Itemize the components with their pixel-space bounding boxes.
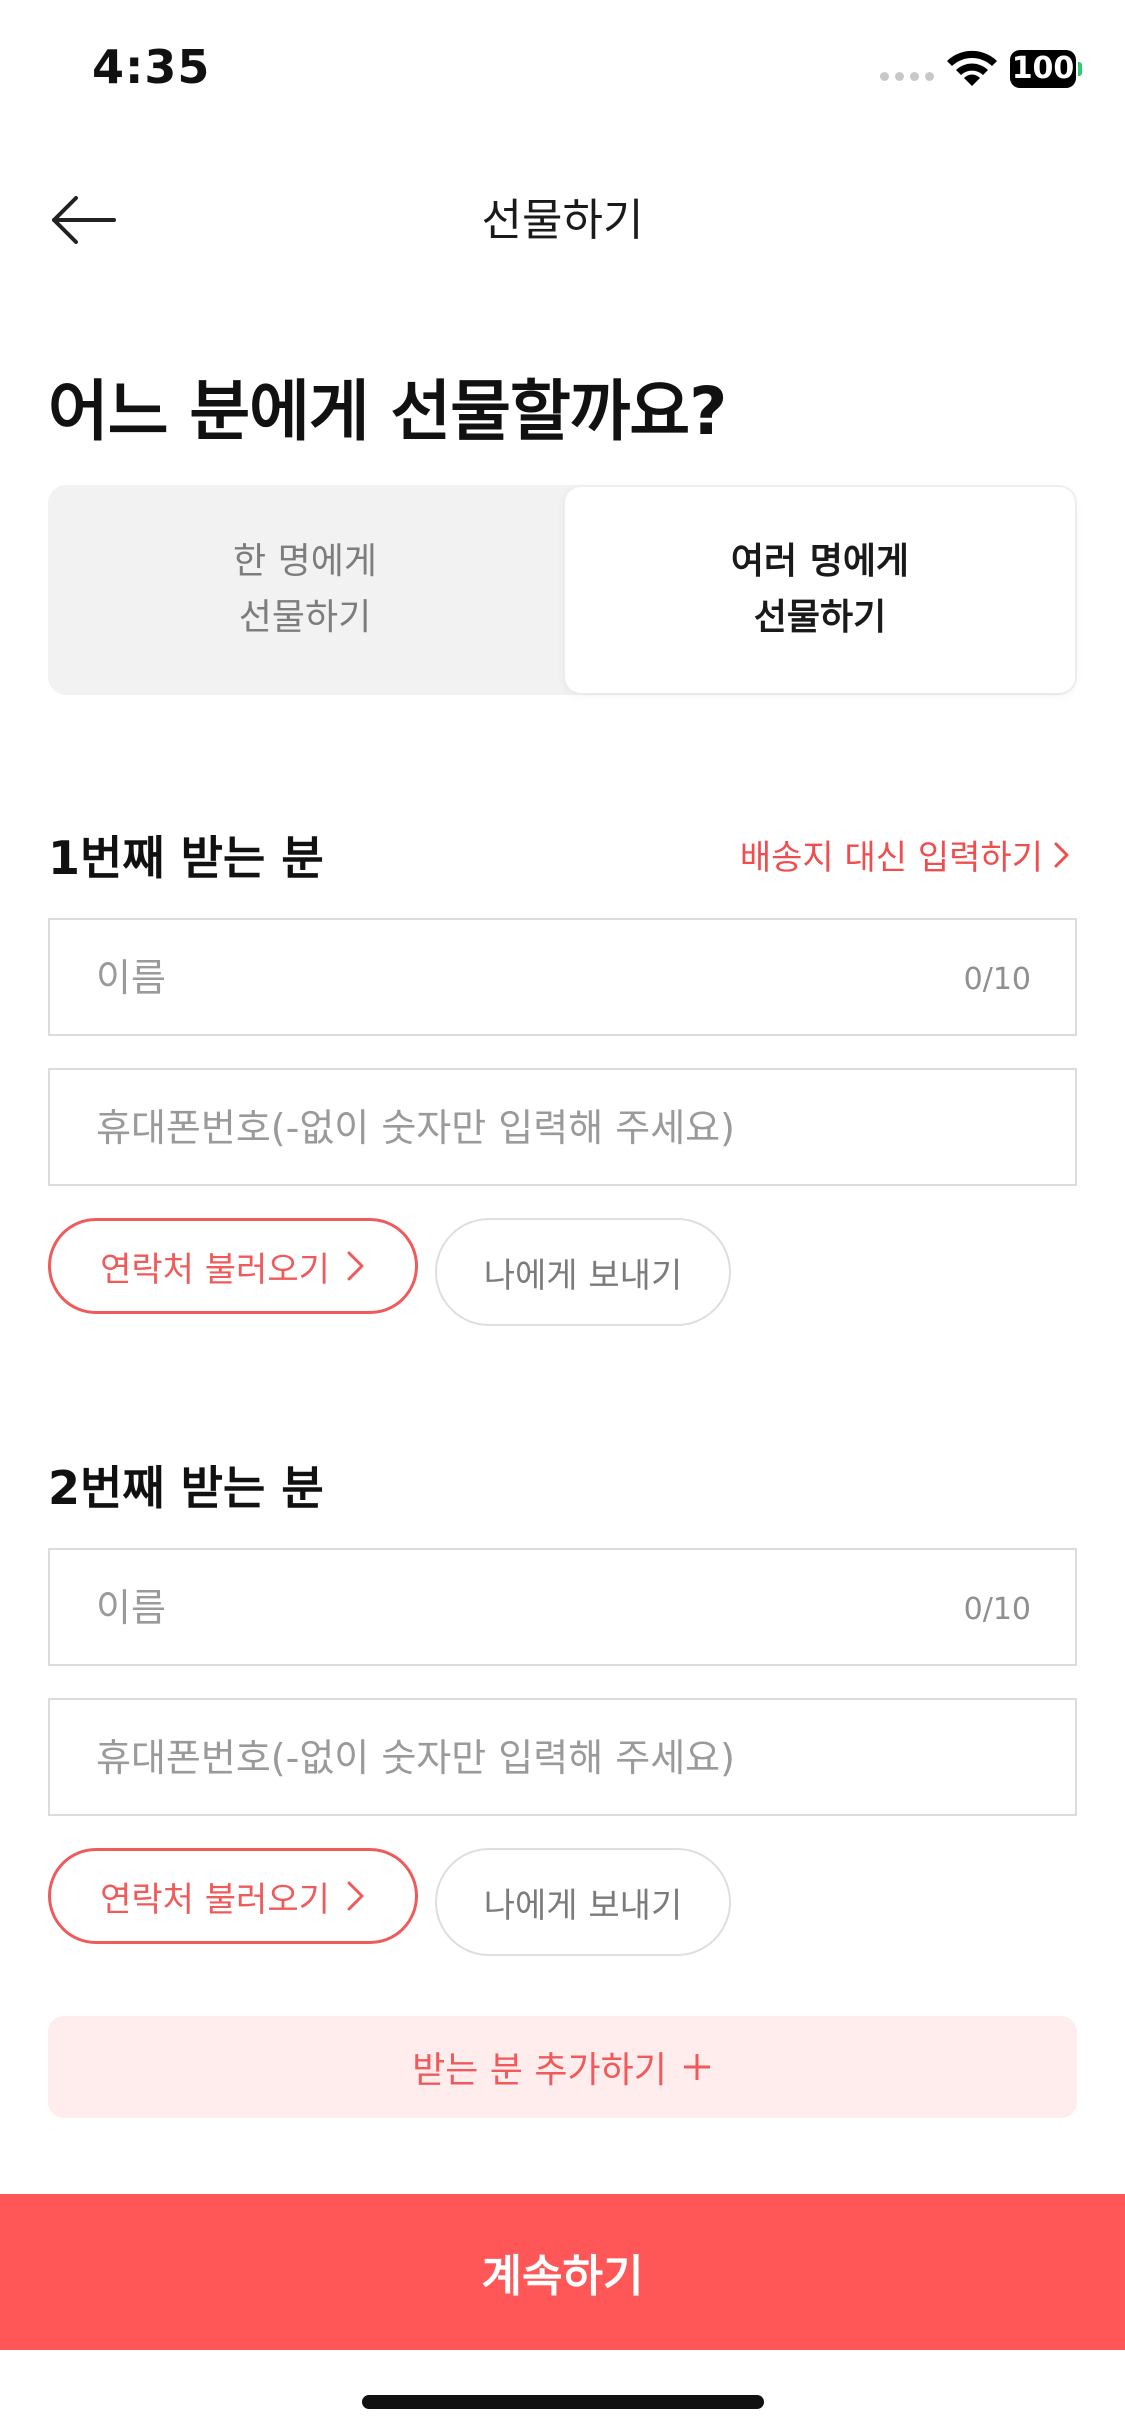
recipient-1-send-to-me-button[interactable]: 나에게 보내기 [435, 1218, 731, 1326]
recipient-2-title: 2번째 받는 분 [48, 1461, 324, 1515]
enter-shipping-address-label: 배송지 대신 입력하기 [739, 838, 1043, 878]
add-recipient-button[interactable]: 받는 분 추가하기 [48, 2016, 1077, 2118]
recipient-1-name-counter: 0/10 [963, 962, 1031, 997]
recipient-1-contacts-button[interactable]: 연락처 불러오기 [48, 1218, 418, 1314]
contacts-button-label: 연락처 불러오기 [100, 1879, 330, 1920]
continue-button[interactable]: 계속하기 [0, 2194, 1125, 2350]
recipient-1-name-field: 0/10 [48, 918, 1077, 1036]
plus-icon [683, 2054, 710, 2080]
recipient-1-phone-field [48, 1068, 1077, 1186]
chevron-right-icon [347, 1881, 364, 1911]
headline: 어느 분에게 선물할까요? [48, 373, 727, 450]
battery-icon: 100 [1010, 50, 1076, 88]
page-title: 선물하기 [481, 195, 644, 246]
recipient-1-phone-input[interactable] [94, 1070, 918, 1186]
recipient-2-phone-field [48, 1698, 1077, 1816]
chevron-right-icon [347, 1251, 364, 1281]
home-indicator [362, 2395, 764, 2409]
recipient-2-send-to-me-button[interactable]: 나에게 보내기 [435, 1848, 731, 1956]
segment-single-recipient[interactable]: 한 명에게 선물하기 [48, 485, 562, 695]
segment-multiple-recipients[interactable]: 여러 명에게 선물하기 [565, 487, 1075, 693]
recipient-2-name-input[interactable] [94, 1550, 918, 1666]
add-recipient-label: 받는 분 추가하기 [412, 2050, 667, 2091]
enter-shipping-address-link[interactable]: 배송지 대신 입력하기 [740, 830, 1071, 879]
recipient-2-contacts-button[interactable]: 연락처 불러오기 [48, 1848, 418, 1944]
recipient-2-phone-input[interactable] [94, 1700, 918, 1816]
status-time: 4:35 [92, 40, 211, 94]
recipient-2-name-field: 0/10 [48, 1548, 1077, 1666]
recipient-1-title: 1번째 받는 분 [48, 831, 324, 885]
battery-tip [1078, 62, 1082, 76]
cellular-signal-icon [880, 72, 934, 81]
wifi-icon [947, 50, 997, 86]
chevron-right-icon [1054, 842, 1069, 867]
recipient-2-name-counter: 0/10 [963, 1592, 1031, 1627]
contacts-button-label: 연락처 불러오기 [100, 1249, 330, 1290]
recipient-1-name-input[interactable] [94, 920, 918, 1036]
